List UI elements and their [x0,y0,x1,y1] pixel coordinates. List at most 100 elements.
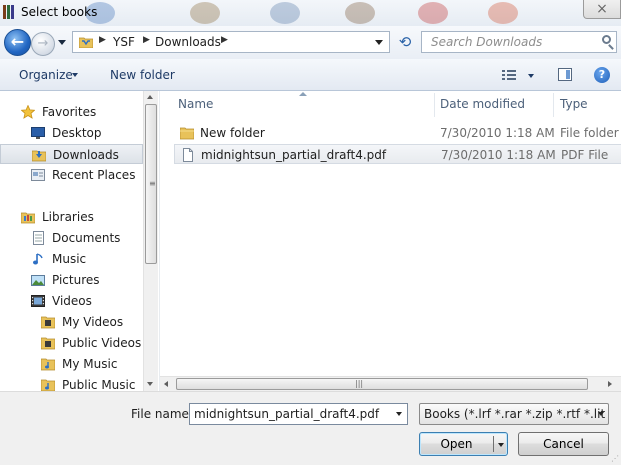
file-type: PDF File [561,148,609,162]
breadcrumb-chevron-icon: ▶ [99,35,106,45]
file-row-pdf[interactable]: midnightsun_partial_draft4.pdf 7/30/2010… [174,144,621,164]
sidebar-item-favorites[interactable]: Favorites [0,102,143,122]
views-dropdown-icon[interactable] [528,74,534,78]
sidebar-item-label: Public Music [62,378,136,392]
sidebar-item-pictures[interactable]: Pictures [0,270,143,290]
sidebar-item-label: Videos [52,294,92,308]
sidebar-item-documents[interactable]: Documents [0,228,143,248]
file-type-filter-select[interactable]: Books (*.lrf *.rar *.zip *.rtf *.lit *. [419,403,609,425]
file-row-new-folder[interactable]: New folder 7/30/2010 1:18 AM File folder [174,123,621,143]
background-blur [190,2,220,24]
folder-icon [180,127,194,140]
breadcrumb-chevron-icon[interactable]: ▶ [221,35,228,45]
sidebar-item-public-videos[interactable]: Public Videos [0,333,143,353]
film-strip-icon [31,295,45,307]
cancel-button[interactable]: Cancel [518,432,609,456]
downloads-folder-icon [32,150,46,162]
title-bar: Select books × [0,0,621,26]
select-books-dialog: Select books × ← → ▶ YSF ▶ Downloads ▶ ⟲… [0,0,621,465]
breadcrumb-chevron-icon[interactable]: ▶ [143,35,150,45]
sidebar-item-my-music[interactable]: My Music [0,354,143,374]
close-icon: × [596,1,608,17]
scroll-up-icon[interactable] [147,95,153,99]
sidebar-item-label: Music [52,252,87,266]
forward-arrow-icon: → [37,36,49,51]
star-icon [21,105,35,119]
file-name-input[interactable] [189,403,408,425]
sidebar-item-label: Favorites [42,105,97,119]
horizontal-scroll-thumb[interactable]: ||| [176,378,588,390]
file-list-horizontal-scrollbar[interactable]: ||| [160,376,621,391]
sidebar-item-label: Public Videos [62,336,142,350]
music-note-icon [33,253,43,265]
sidebar-item-music[interactable]: Music [0,249,143,269]
cancel-button-label: Cancel [543,437,584,451]
file-icon [183,148,193,162]
address-bar[interactable]: ▶ YSF ▶ Downloads ▶ [72,31,390,53]
sidebar-item-recent-places[interactable]: Recent Places [0,165,143,185]
scroll-down-icon[interactable] [147,382,153,386]
sidebar-item-my-videos[interactable]: My Videos [0,312,143,332]
file-list: Name Date modified Type New folder 7/30/… [159,91,621,391]
books-app-icon [3,5,15,19]
sidebar-scroll-thumb[interactable]: ≡ [145,104,157,264]
sidebar-item-label: My Videos [62,315,124,329]
help-icon[interactable]: ? [594,67,610,83]
video-folder-icon [41,316,55,329]
search-icon[interactable] [602,35,611,44]
breadcrumb-item-ysf[interactable]: YSF [113,35,135,49]
scroll-right-icon[interactable] [608,381,612,387]
chevron-down-icon[interactable] [72,73,78,77]
forward-button[interactable]: → [31,32,55,56]
file-date: 7/30/2010 1:18 AM [440,126,555,140]
background-blur [418,2,448,24]
grip-icon: ≡ [149,179,156,188]
libraries-icon [21,212,35,224]
sidebar-item-downloads[interactable]: Downloads [0,144,143,164]
preview-pane-icon[interactable] [558,68,572,81]
file-name: midnightsun_partial_draft4.pdf [201,148,387,162]
address-dropdown-icon[interactable] [375,40,383,45]
scroll-left-icon[interactable] [164,381,168,387]
open-button-label: Open [440,437,473,451]
column-header-name[interactable]: Name [178,97,213,111]
sidebar-item-desktop[interactable]: Desktop [0,123,143,143]
dialog-footer: File name: Books (*.lrf *.rar *.zip *.rt… [0,391,621,465]
new-folder-button[interactable]: New folder [110,68,175,82]
column-header-date-modified[interactable]: Date modified [440,97,525,111]
sidebar-item-label: Libraries [42,210,94,224]
background-blur [270,2,300,24]
refresh-icon: ⟲ [398,33,412,51]
file-name-label: File name: [131,407,193,421]
search-input[interactable]: Search Downloads [421,31,617,53]
background-blur [345,2,375,24]
column-divider[interactable] [553,93,554,117]
sidebar-scrollbar[interactable]: ≡ [143,91,158,391]
search-placeholder: Search Downloads [431,35,543,49]
resize-grip-icon[interactable]: ⋰ [611,454,619,463]
organize-menu[interactable]: Organize [19,68,73,82]
sidebar-item-videos[interactable]: Videos [0,291,143,311]
back-button[interactable]: ← [4,29,31,56]
breadcrumb-item-downloads[interactable]: Downloads [155,35,221,49]
sidebar-item-label: Pictures [52,273,100,287]
chevron-down-icon[interactable] [598,412,604,416]
sidebar-item-libraries[interactable]: Libraries [0,207,143,227]
recent-places-icon [31,169,45,181]
desktop-icon [31,127,45,139]
open-options-dropdown-icon[interactable] [498,443,504,447]
open-button[interactable]: Open [419,432,508,456]
sidebar-item-label: Documents [52,231,121,245]
sort-ascending-icon [299,92,307,96]
refresh-button[interactable]: ⟲ [394,31,416,53]
file-name: New folder [200,126,265,140]
file-type-filter-value: Books (*.lrf *.rar *.zip *.rtf *.lit *. [424,407,609,421]
views-icon[interactable] [502,70,516,80]
close-button[interactable]: × [583,0,621,19]
sidebar-item-label: Desktop [52,126,102,140]
column-header-type[interactable]: Type [560,97,588,111]
file-name-dropdown-icon[interactable] [396,412,402,416]
column-divider[interactable] [434,93,435,117]
folder-icon [79,37,93,48]
recent-pages-dropdown-icon[interactable] [58,40,66,45]
